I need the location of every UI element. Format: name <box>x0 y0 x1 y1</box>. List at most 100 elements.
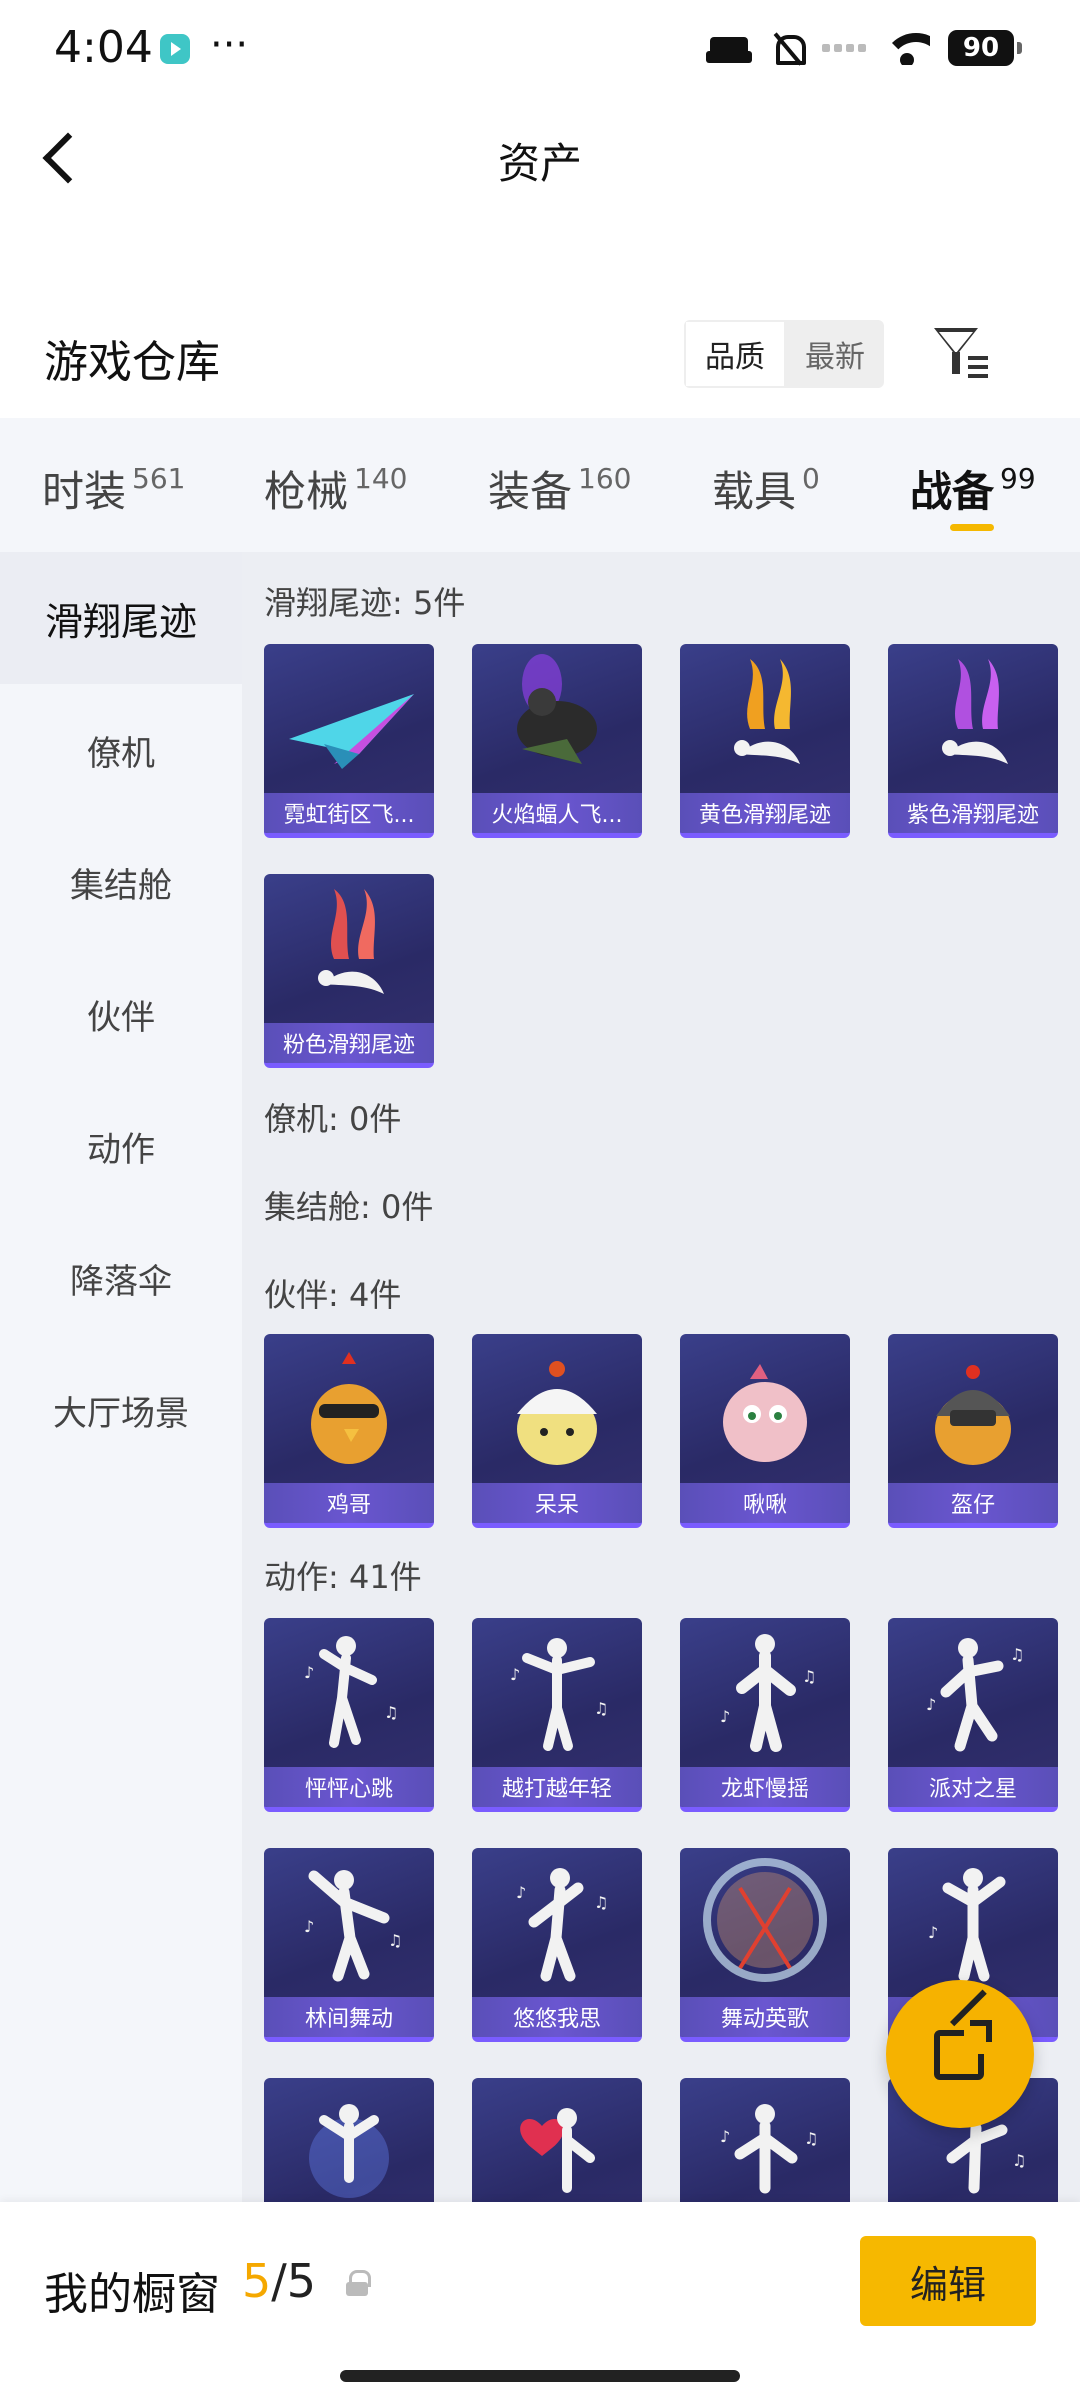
svg-text:♪: ♪ <box>720 1707 730 1726</box>
item-card[interactable]: 紫色滑翔尾迹 <box>888 644 1058 838</box>
item-label: 盔仔 <box>888 1483 1058 1523</box>
svg-text:♪: ♪ <box>304 1663 314 1682</box>
item-card[interactable]: 霓虹街区飞... <box>264 644 434 838</box>
dancer-emote-icon: ♪♫ <box>304 1636 398 1748</box>
sort-toggle: 品质 最新 <box>684 320 884 388</box>
dancer-emote-icon: ♪♫ <box>304 1870 402 1982</box>
item-list: 滑翔尾迹: 5件 霓虹街区飞... 火焰蝠人飞... 黄色滑翔尾迹 紫色滑翔尾迹… <box>242 552 1080 2202</box>
heart-dancer-emote-icon <box>520 2108 595 2193</box>
item-card[interactable]: 鸡哥 <box>264 1334 434 1528</box>
home-indicator[interactable] <box>340 2370 740 2382</box>
item-card[interactable]: 粉色滑翔尾迹 <box>264 874 434 1068</box>
subcategory-sidebar: 滑翔尾迹 僚机 集结舱 伙伴 动作 降落伞 大厅场景 <box>0 552 242 2202</box>
showcase-current: 5 <box>242 2254 272 2308</box>
wingsuit-character-icon <box>517 654 597 764</box>
tab-count: 160 <box>578 462 632 495</box>
item-label: 舞动英歌 <box>680 1997 850 2037</box>
share-fab-button[interactable] <box>886 1980 1034 2128</box>
item-card[interactable]: ♪ ♫ 越打越年轻 <box>472 1618 642 1812</box>
svg-text:♫: ♫ <box>1010 1645 1024 1664</box>
title-bar: 资产 <box>0 100 1080 210</box>
svg-text:♫: ♫ <box>802 1667 816 1686</box>
item-card[interactable]: 舞动英歌 <box>680 1848 850 2042</box>
svg-text:♪: ♪ <box>516 1883 526 1902</box>
svg-text:♪: ♪ <box>926 1695 936 1714</box>
item-card[interactable]: ♪ ♫ 派对之星 <box>888 1618 1058 1812</box>
sidebar-item-lobby-scene[interactable]: 大厅场景 <box>0 1344 242 1476</box>
status-time: 4:04 <box>54 22 153 73</box>
sidebar-item-wingman[interactable]: 僚机 <box>0 684 242 816</box>
section-title-emote: 动作: 41件 <box>264 1558 422 1596</box>
svg-text:♫: ♫ <box>384 1703 398 1722</box>
lock-icon <box>346 2270 371 2298</box>
svg-text:♫: ♫ <box>594 1893 608 1912</box>
svg-text:♪: ♪ <box>304 1917 314 1936</box>
edit-button[interactable]: 编辑 <box>860 2236 1036 2326</box>
sidebar-item-glide-trail[interactable]: 滑翔尾迹 <box>0 552 242 684</box>
bubble-dancer-emote-icon <box>703 1858 827 1982</box>
item-label: 呆呆 <box>472 1483 642 1523</box>
item-card[interactable]: ♪ ♫ 悠悠我思 <box>472 1848 642 2042</box>
item-label: 啾啾 <box>680 1483 850 1523</box>
showcase-title: 我的橱窗 <box>44 2269 220 2320</box>
dancer-emote-icon: ♪♫ <box>720 2104 818 2194</box>
tab-vehicles[interactable]: 载具 0 <box>712 458 820 519</box>
category-tabs: 时装 561 枪械 140 装备 160 载具 0 战备 99 <box>0 418 1080 552</box>
item-card[interactable]: ♪ ♫ 林间舞动 <box>264 1848 434 2042</box>
item-label: 龙虾慢摇 <box>680 1767 850 1807</box>
item-label: 怦怦心跳 <box>264 1767 434 1807</box>
app-notification-icon <box>160 34 190 64</box>
sidebar-item-rally-pod[interactable]: 集结舱 <box>0 816 242 948</box>
active-tab-indicator <box>950 524 994 531</box>
item-label: 鸡哥 <box>264 1483 434 1523</box>
svg-text:♫: ♫ <box>804 2129 818 2148</box>
yellow-smoke-trail-icon <box>734 659 800 764</box>
item-card[interactable]: 呆呆 <box>472 1334 642 1528</box>
item-label: 林间舞动 <box>264 1997 434 2037</box>
item-card[interactable]: 盔仔 <box>888 1334 1058 1528</box>
section-title-wingman: 僚机: 0件 <box>264 1100 402 1138</box>
dancer-emote-icon: ♪♫ <box>926 1638 1024 1752</box>
tab-fashion[interactable]: 时装 561 <box>42 458 185 519</box>
tab-weapons[interactable]: 枪械 140 <box>264 458 407 519</box>
tab-count: 99 <box>1000 462 1036 495</box>
item-card[interactable]: ♪ ♫ <box>680 2078 850 2202</box>
item-label: 黄色滑翔尾迹 <box>680 793 850 833</box>
filter-button[interactable] <box>930 322 994 386</box>
section-title-glide: 滑翔尾迹: 5件 <box>264 584 466 622</box>
helmet-chick-partner-icon <box>935 1365 1011 1465</box>
item-card[interactable] <box>264 2078 434 2202</box>
tab-gear[interactable]: 战备 99 <box>910 458 1036 519</box>
svg-text:♫: ♫ <box>594 1699 608 1718</box>
sort-quality-button[interactable]: 品质 <box>684 320 786 388</box>
item-label: 紫色滑翔尾迹 <box>888 793 1058 833</box>
tab-count: 140 <box>354 462 408 495</box>
battery-icon: 90 <box>948 30 1022 66</box>
sleep-mode-icon <box>706 33 752 63</box>
sidebar-item-emote[interactable]: 动作 <box>0 1080 242 1212</box>
section-title-partner: 伙伴: 4件 <box>264 1276 402 1314</box>
item-card[interactable]: ♪ ♫ 龙虾慢摇 <box>680 1618 850 1812</box>
item-label: 霓虹街区飞... <box>264 793 434 833</box>
dancer-emote-icon: ♪♫ <box>516 1868 608 1982</box>
item-card[interactable]: 黄色滑翔尾迹 <box>680 644 850 838</box>
item-card[interactable] <box>472 2078 642 2202</box>
dancer-emote-icon: ♪♫ <box>510 1638 608 1751</box>
sidebar-item-parachute[interactable]: 降落伞 <box>0 1212 242 1344</box>
showcase-count: 5/5 <box>242 2254 317 2308</box>
svg-text:♫: ♫ <box>1012 2151 1026 2170</box>
item-card[interactable]: 啾啾 <box>680 1334 850 1528</box>
signal-icon <box>822 44 866 52</box>
tab-equipment[interactable]: 装备 160 <box>488 458 631 519</box>
sidebar-item-partner[interactable]: 伙伴 <box>0 948 242 1080</box>
svg-text:♪: ♪ <box>928 1923 938 1942</box>
mute-icon <box>770 31 806 65</box>
page-title: 资产 <box>497 139 582 188</box>
item-label: 悠悠我思 <box>472 1997 642 2037</box>
warehouse-title: 游戏仓库 <box>44 337 220 388</box>
sort-newest-button[interactable]: 最新 <box>786 320 884 388</box>
wifi-icon <box>884 31 930 65</box>
item-card[interactable]: 火焰蝠人飞... <box>472 644 642 838</box>
item-card[interactable]: ♪ ♫ 怦怦心跳 <box>264 1618 434 1812</box>
chick-partner-icon <box>517 1361 597 1465</box>
